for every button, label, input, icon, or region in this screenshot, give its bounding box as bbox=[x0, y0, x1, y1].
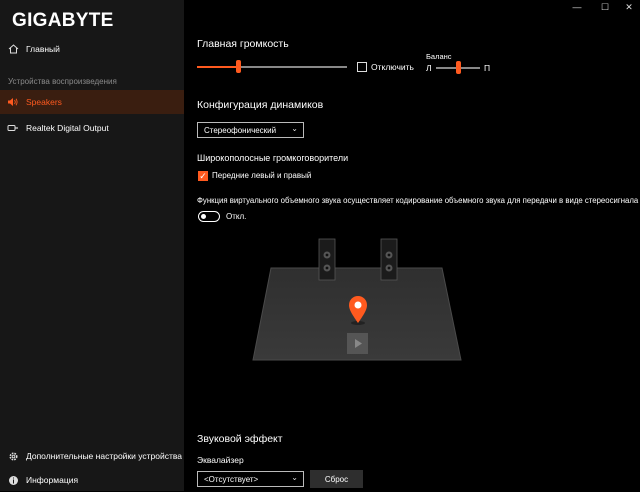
speaker-icon bbox=[0, 97, 26, 107]
speaker-config-value: Стереофонический bbox=[204, 125, 277, 135]
sidebar-item-label: Главный bbox=[26, 44, 60, 54]
chevron-down-icon: ⌄ bbox=[291, 473, 298, 482]
balance-label: Баланс bbox=[426, 52, 452, 61]
speaker-config-title: Конфигурация динамиков bbox=[197, 99, 324, 111]
digital-output-icon bbox=[0, 124, 26, 132]
minimize-button[interactable]: — bbox=[562, 0, 592, 14]
gigabyte-logo: GIGABYTE bbox=[12, 10, 114, 31]
master-volume-thumb[interactable] bbox=[235, 60, 241, 73]
checkmark-icon: ✓ bbox=[199, 171, 207, 181]
master-volume-slider[interactable] bbox=[197, 66, 347, 68]
sound-effect-title: Звуковой эффект bbox=[197, 433, 283, 445]
info-icon bbox=[0, 475, 26, 486]
mute-label: Отключить bbox=[371, 62, 414, 72]
chevron-down-icon: ⌄ bbox=[291, 124, 298, 133]
sidebar-item-advanced-settings[interactable]: Дополнительные настройки устройства bbox=[0, 444, 184, 468]
balance-left-label: Л bbox=[426, 63, 432, 73]
sidebar-item-label: Информация bbox=[26, 475, 79, 485]
gear-icon bbox=[0, 451, 26, 462]
sidebar-item-realtek-digital-output[interactable]: Realtek Digital Output bbox=[0, 116, 184, 140]
speaker-stage-visual bbox=[252, 238, 462, 361]
home-icon bbox=[0, 44, 26, 54]
master-volume-fill bbox=[197, 66, 238, 68]
virtual-surround-toggle[interactable] bbox=[198, 211, 220, 222]
toggle-knob bbox=[201, 213, 206, 219]
sidebar-item-home[interactable]: Главный bbox=[0, 37, 184, 61]
front-lr-checkbox[interactable]: ✓ bbox=[198, 171, 208, 181]
front-left-speaker-icon[interactable] bbox=[318, 238, 336, 281]
virtual-surround-state: Откл. bbox=[226, 212, 247, 221]
sidebar-item-label: Дополнительные настройки устройства bbox=[26, 451, 183, 461]
playback-devices-heading: Устройства воспроизведения bbox=[8, 77, 117, 86]
master-volume-title: Главная громкость bbox=[197, 38, 289, 50]
balance-thumb[interactable] bbox=[456, 61, 461, 74]
sidebar: GIGABYTE Главный Устройства воспроизведе… bbox=[0, 0, 184, 491]
sidebar-item-label: Realtek Digital Output bbox=[26, 123, 109, 133]
sidebar-item-speakers[interactable]: Speakers bbox=[0, 90, 184, 114]
front-lr-label: Передние левый и правый bbox=[212, 171, 312, 180]
fullrange-speakers-title: Широкополосные громкоговорители bbox=[197, 153, 349, 163]
sidebar-item-label: Speakers bbox=[26, 97, 62, 107]
equalizer-value: <Отсутствует> bbox=[204, 474, 259, 484]
speaker-config-dropdown[interactable]: Стереофонический ⌄ bbox=[197, 122, 304, 138]
virtual-surround-description: Функция виртуального объемного звука осу… bbox=[197, 196, 639, 205]
close-button[interactable]: ✕ bbox=[614, 0, 640, 14]
sidebar-item-info[interactable]: Информация bbox=[0, 468, 184, 492]
play-test-button[interactable] bbox=[347, 333, 368, 354]
mute-checkbox[interactable] bbox=[357, 62, 367, 72]
balance-right-label: П bbox=[484, 63, 491, 73]
equalizer-dropdown[interactable]: <Отсутствует> ⌄ bbox=[197, 471, 304, 487]
equalizer-label: Эквалайзер bbox=[197, 455, 244, 465]
front-right-speaker-icon[interactable] bbox=[380, 238, 398, 281]
reset-button[interactable]: Сброс bbox=[310, 470, 363, 488]
